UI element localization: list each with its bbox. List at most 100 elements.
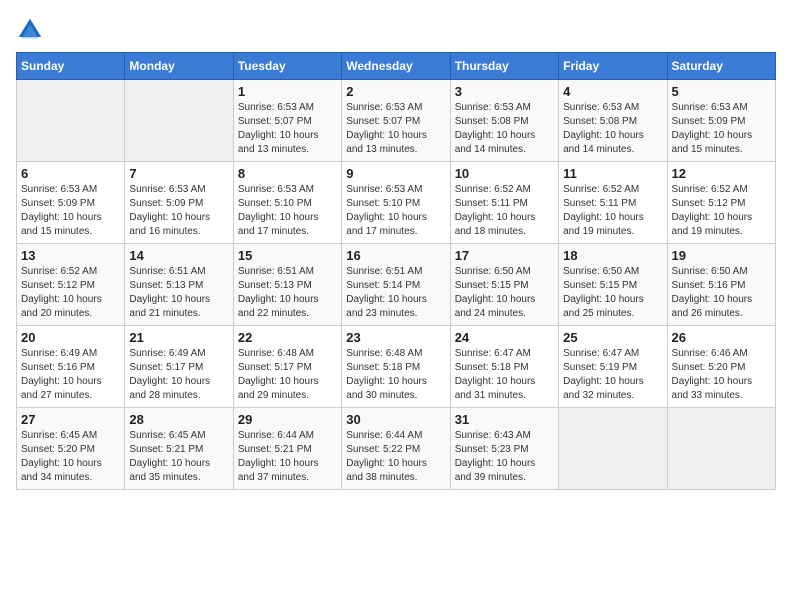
day-number: 21 [129,330,228,345]
calendar-cell: 10 Sunrise: 6:52 AM Sunset: 5:11 PM Dayli… [450,162,558,244]
day-info: Sunrise: 6:45 AM Sunset: 5:20 PM Dayligh… [21,429,120,485]
logo-icon [16,16,44,44]
day-number: 6 [21,166,120,181]
calendar-cell: 1 Sunrise: 6:53 AM Sunset: 5:07 PM Daylig… [233,80,341,162]
calendar-cell [667,408,775,490]
calendar-day-header: Monday [125,53,233,80]
calendar-cell: 3 Sunrise: 6:53 AM Sunset: 5:08 PM Daylig… [450,80,558,162]
calendar-cell: 20 Sunrise: 6:49 AM Sunset: 5:16 PM Dayli… [17,326,125,408]
calendar-cell: 25 Sunrise: 6:47 AM Sunset: 5:19 PM Dayli… [559,326,667,408]
day-info: Sunrise: 6:47 AM Sunset: 5:18 PM Dayligh… [455,347,554,403]
calendar-cell: 6 Sunrise: 6:53 AM Sunset: 5:09 PM Daylig… [17,162,125,244]
calendar-cell: 14 Sunrise: 6:51 AM Sunset: 5:13 PM Dayli… [125,244,233,326]
calendar-week-row: 6 Sunrise: 6:53 AM Sunset: 5:09 PM Daylig… [17,162,776,244]
day-info: Sunrise: 6:45 AM Sunset: 5:21 PM Dayligh… [129,429,228,485]
day-info: Sunrise: 6:53 AM Sunset: 5:10 PM Dayligh… [238,183,337,239]
calendar-day-header: Friday [559,53,667,80]
calendar-cell: 12 Sunrise: 6:52 AM Sunset: 5:12 PM Dayli… [667,162,775,244]
day-info: Sunrise: 6:53 AM Sunset: 5:09 PM Dayligh… [21,183,120,239]
day-info: Sunrise: 6:49 AM Sunset: 5:16 PM Dayligh… [21,347,120,403]
calendar-cell: 18Sunrise: 6:50 AM Sunset: 5:15 PM Dayli… [559,244,667,326]
day-info: Sunrise: 6:53 AM Sunset: 5:08 PM Dayligh… [455,101,554,157]
day-info: Sunrise: 6:50 AM Sunset: 5:16 PM Dayligh… [672,265,771,321]
calendar-cell: 5 Sunrise: 6:53 AM Sunset: 5:09 PM Daylig… [667,80,775,162]
calendar-cell: 11 Sunrise: 6:52 AM Sunset: 5:11 PM Dayli… [559,162,667,244]
calendar-cell [559,408,667,490]
calendar-cell [17,80,125,162]
day-info: Sunrise: 6:53 AM Sunset: 5:09 PM Dayligh… [672,101,771,157]
day-number: 27 [21,412,120,427]
day-number: 19 [672,248,771,263]
day-info: Sunrise: 6:51 AM Sunset: 5:14 PM Dayligh… [346,265,445,321]
day-number: 3 [455,84,554,99]
calendar-week-row: 27 Sunrise: 6:45 AM Sunset: 5:20 PM Dayli… [17,408,776,490]
day-info: Sunrise: 6:53 AM Sunset: 5:07 PM Dayligh… [238,101,337,157]
day-number: 29 [238,412,337,427]
day-info: Sunrise: 6:47 AM Sunset: 5:19 PM Dayligh… [563,347,662,403]
day-number: 16 [346,248,445,263]
calendar-cell: 29Sunrise: 6:44 AM Sunset: 5:21 PM Dayli… [233,408,341,490]
day-number: 7 [129,166,228,181]
day-number: 23 [346,330,445,345]
day-info: Sunrise: 6:43 AM Sunset: 5:23 PM Dayligh… [455,429,554,485]
day-number: 17 [455,248,554,263]
day-info: Sunrise: 6:51 AM Sunset: 5:13 PM Dayligh… [238,265,337,321]
day-number: 2 [346,84,445,99]
calendar-day-header: Saturday [667,53,775,80]
calendar-day-header: Tuesday [233,53,341,80]
calendar-cell: 23 Sunrise: 6:48 AM Sunset: 5:18 PM Dayli… [342,326,450,408]
day-info: Sunrise: 6:53 AM Sunset: 5:09 PM Dayligh… [129,183,228,239]
day-number: 28 [129,412,228,427]
calendar-week-row: 1 Sunrise: 6:53 AM Sunset: 5:07 PM Daylig… [17,80,776,162]
calendar-cell: 13Sunrise: 6:52 AM Sunset: 5:12 PM Dayli… [17,244,125,326]
day-info: Sunrise: 6:53 AM Sunset: 5:10 PM Dayligh… [346,183,445,239]
day-number: 22 [238,330,337,345]
calendar-day-header: Thursday [450,53,558,80]
day-info: Sunrise: 6:48 AM Sunset: 5:18 PM Dayligh… [346,347,445,403]
day-info: Sunrise: 6:53 AM Sunset: 5:07 PM Dayligh… [346,101,445,157]
day-number: 10 [455,166,554,181]
day-info: Sunrise: 6:53 AM Sunset: 5:08 PM Dayligh… [563,101,662,157]
day-info: Sunrise: 6:51 AM Sunset: 5:13 PM Dayligh… [129,265,228,321]
day-number: 24 [455,330,554,345]
calendar-cell: 31Sunrise: 6:43 AM Sunset: 5:23 PM Dayli… [450,408,558,490]
day-number: 26 [672,330,771,345]
day-info: Sunrise: 6:50 AM Sunset: 5:15 PM Dayligh… [563,265,662,321]
calendar-cell: 19 Sunrise: 6:50 AM Sunset: 5:16 PM Dayli… [667,244,775,326]
day-info: Sunrise: 6:48 AM Sunset: 5:17 PM Dayligh… [238,347,337,403]
day-number: 25 [563,330,662,345]
calendar-cell: 7 Sunrise: 6:53 AM Sunset: 5:09 PM Daylig… [125,162,233,244]
day-number: 8 [238,166,337,181]
day-info: Sunrise: 6:52 AM Sunset: 5:12 PM Dayligh… [21,265,120,321]
calendar-cell: 2 Sunrise: 6:53 AM Sunset: 5:07 PM Daylig… [342,80,450,162]
day-info: Sunrise: 6:52 AM Sunset: 5:11 PM Dayligh… [455,183,554,239]
calendar-cell: 8 Sunrise: 6:53 AM Sunset: 5:10 PM Daylig… [233,162,341,244]
day-info: Sunrise: 6:52 AM Sunset: 5:11 PM Dayligh… [563,183,662,239]
calendar-cell: 22 Sunrise: 6:48 AM Sunset: 5:17 PM Dayli… [233,326,341,408]
calendar-week-row: 13Sunrise: 6:52 AM Sunset: 5:12 PM Dayli… [17,244,776,326]
day-number: 14 [129,248,228,263]
calendar-cell: 26 Sunrise: 6:46 AM Sunset: 5:20 PM Dayli… [667,326,775,408]
day-info: Sunrise: 6:52 AM Sunset: 5:12 PM Dayligh… [672,183,771,239]
calendar-week-row: 20 Sunrise: 6:49 AM Sunset: 5:16 PM Dayli… [17,326,776,408]
calendar-cell: 27 Sunrise: 6:45 AM Sunset: 5:20 PM Dayli… [17,408,125,490]
day-number: 11 [563,166,662,181]
calendar-header-row: SundayMondayTuesdayWednesdayThursdayFrid… [17,53,776,80]
calendar-cell: 30Sunrise: 6:44 AM Sunset: 5:22 PM Dayli… [342,408,450,490]
day-info: Sunrise: 6:50 AM Sunset: 5:15 PM Dayligh… [455,265,554,321]
logo [16,16,48,44]
calendar-cell: 24 Sunrise: 6:47 AM Sunset: 5:18 PM Dayli… [450,326,558,408]
day-info: Sunrise: 6:44 AM Sunset: 5:22 PM Dayligh… [346,429,445,485]
calendar-cell: 21Sunrise: 6:49 AM Sunset: 5:17 PM Dayli… [125,326,233,408]
day-number: 12 [672,166,771,181]
calendar-cell [125,80,233,162]
day-number: 9 [346,166,445,181]
day-number: 1 [238,84,337,99]
calendar-table: SundayMondayTuesdayWednesdayThursdayFrid… [16,52,776,490]
day-info: Sunrise: 6:46 AM Sunset: 5:20 PM Dayligh… [672,347,771,403]
page-header [16,16,776,44]
calendar-cell: 17 Sunrise: 6:50 AM Sunset: 5:15 PM Dayli… [450,244,558,326]
day-number: 20 [21,330,120,345]
day-number: 5 [672,84,771,99]
calendar-day-header: Wednesday [342,53,450,80]
